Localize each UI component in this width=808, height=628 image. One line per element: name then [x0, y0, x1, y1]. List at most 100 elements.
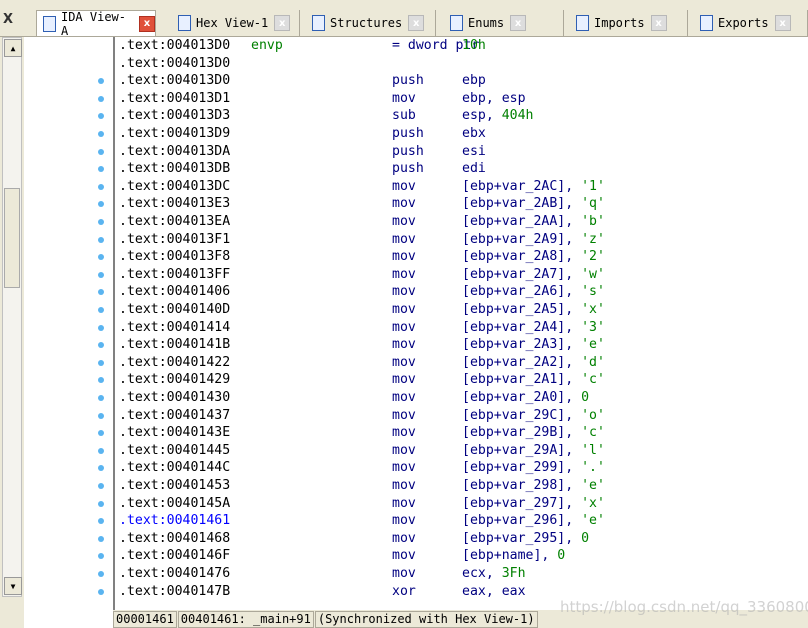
address: .text:00401429	[119, 372, 231, 388]
breakpoint-dot-icon[interactable]	[98, 535, 104, 542]
operands: [ebp+var_295], 0	[462, 530, 589, 548]
code-line[interactable]: .text:0040146F mov [ebp+name], 0	[119, 547, 565, 565]
operand: eax, eax	[462, 583, 526, 599]
code-line[interactable]: .text:00401429 mov [ebp+var_2A1], 'c'	[119, 371, 605, 389]
code-line[interactable]: .text:004013D0 push ebp	[119, 72, 486, 90]
code-line[interactable]: .text:004013DB push edi	[119, 160, 486, 178]
code-line[interactable]: .text:0040145A mov [ebp+var_297], 'x'	[119, 495, 605, 513]
mnemonic: mov	[392, 407, 416, 423]
code-line[interactable]: .text:0040144C mov [ebp+var_299], '.'	[119, 459, 605, 477]
breakpoint-dot-icon[interactable]	[98, 571, 104, 577]
tab-label: Exports	[718, 16, 769, 30]
close-tab-icon[interactable]: x	[274, 15, 291, 31]
code-line[interactable]: .text:0040147B xor eax, eax	[119, 583, 526, 601]
immediate: 's'	[581, 284, 605, 300]
breakpoint-dot-icon[interactable]	[98, 447, 104, 454]
breakpoint-dot-icon[interactable]	[98, 483, 104, 489]
operand: [ebp+var_2A9],	[462, 231, 582, 247]
disassembly-view[interactable]: .text:004013D0 envp = dword ptr 10h .text:00…	[113, 37, 808, 610]
code-line[interactable]: .text:004013D3 sub esp, 404h	[119, 107, 533, 125]
tab-structures[interactable]: Structures x	[306, 10, 436, 36]
operands: [ebp+var_2A9], 'z'	[462, 231, 605, 249]
code-line[interactable]: .text:0040140D mov [ebp+var_2A5], 'x'	[119, 301, 605, 319]
code-line[interactable]: .text:004013D9 push ebx	[119, 125, 486, 143]
breakpoint-dot-icon[interactable]	[98, 359, 104, 366]
operands: [ebp+var_2A6], 's'	[462, 283, 605, 301]
mnemonic: mov	[392, 566, 416, 581]
address: .text:00401422	[119, 354, 231, 370]
code-line[interactable]: .text:00401468 mov [ebp+var_295], 0	[119, 530, 589, 548]
code-line[interactable]: .text:00401414 mov [ebp+var_2A4], '3'	[119, 319, 605, 337]
breakpoint-dot-icon[interactable]	[98, 183, 104, 190]
mnemonic: mov	[392, 302, 416, 317]
operands: [ebp+var_2A7], 'w'	[462, 266, 605, 284]
scroll-thumb[interactable]	[4, 188, 20, 288]
tab-label: Structures	[330, 16, 403, 30]
breakpoint-dot-icon[interactable]	[98, 271, 104, 278]
close-tab-icon[interactable]: x	[139, 15, 155, 32]
code-line[interactable]: .text:00401430 mov [ebp+var_2A0], 0	[119, 389, 589, 407]
address: .text:00401414	[119, 319, 231, 335]
code-line[interactable]: .text:004013E3 mov [ebp+var_2AB], 'q'	[119, 195, 605, 213]
code-line[interactable]: .text:00401445 mov [ebp+var_29A], 'l'	[119, 442, 605, 460]
code-line[interactable]: .text:004013DC mov [ebp+var_2AC], '1'	[119, 178, 605, 196]
tab-ida-view-a[interactable]: IDA View-A x	[36, 9, 156, 38]
close-tab-icon[interactable]: x	[408, 15, 425, 31]
code-line[interactable]: .text:00401422 mov [ebp+var_2A2], 'd'	[119, 354, 605, 372]
tab-imports[interactable]: Imports x	[570, 10, 688, 36]
tab-label: Hex View-1	[196, 16, 269, 30]
breakpoint-dot-icon[interactable]	[98, 236, 104, 243]
vertical-scrollbar[interactable]: ▲ ▼	[2, 37, 22, 597]
code-line[interactable]: .text:00401461 mov [ebp+var_296], 'e'	[119, 512, 605, 530]
code-line[interactable]: .text:004013F8 mov [ebp+var_2A8], '2'	[119, 248, 605, 266]
tab-label: IDA View-A	[60, 9, 126, 38]
mnemonic: mov	[392, 530, 416, 546]
breakpoint-dot-icon[interactable]	[98, 395, 104, 401]
address: .text:0040143E	[119, 425, 231, 441]
address: .text:004013EA	[119, 214, 231, 229]
breakpoint-dot-icon[interactable]	[98, 412, 104, 419]
operands: [ebp+var_2AA], 'b'	[462, 213, 605, 231]
scroll-down-arrow-icon[interactable]: ▼	[4, 577, 22, 595]
close-tab-icon[interactable]: x	[650, 15, 667, 31]
immediate: '2'	[581, 249, 605, 265]
mnemonic: push	[392, 161, 424, 177]
code-line[interactable]: .text:004013D0	[119, 55, 230, 73]
status-offset: 00001461	[113, 611, 177, 628]
code-line[interactable]: .text:00401406 mov [ebp+var_2A6], 's'	[119, 283, 605, 301]
tab-enums[interactable]: Enums x	[444, 10, 564, 36]
close-pane-button[interactable]: X	[3, 12, 13, 27]
code-line[interactable]: .text:0040143E mov [ebp+var_29B], 'c'	[119, 424, 605, 442]
breakpoint-dot-icon[interactable]	[98, 324, 104, 331]
operand: ebp, esp	[462, 90, 526, 106]
operands: [ebp+var_2A4], '3'	[462, 319, 605, 337]
scroll-up-arrow-icon[interactable]: ▲	[4, 39, 22, 57]
code-line[interactable]: .text:004013F1 mov [ebp+var_2A9], 'z'	[119, 231, 605, 249]
breakpoint-dot-icon[interactable]	[98, 219, 104, 225]
code-line[interactable]: .text:004013D1 mov ebp, esp	[119, 90, 526, 108]
code-line[interactable]: .text:00401453 mov [ebp+var_298], 'e'	[119, 477, 605, 495]
breakpoint-dot-icon[interactable]	[98, 131, 104, 137]
code-line[interactable]: .text:004013DA push esi	[119, 143, 486, 161]
close-tab-icon[interactable]: x	[774, 15, 791, 31]
close-tab-icon[interactable]: x	[510, 15, 527, 31]
breakpoint-dot-icon[interactable]	[98, 588, 104, 595]
code-line[interactable]: .text:004013FF mov [ebp+var_2A7], 'w'	[119, 266, 605, 284]
code-line[interactable]: .text:0040141B mov [ebp+var_2A3], 'e'	[119, 336, 605, 354]
breakpoint-dot-icon[interactable]	[98, 148, 104, 155]
breakpoint-dot-icon[interactable]	[98, 95, 104, 102]
code-line[interactable]: .text:004013EA mov [ebp+var_2AA], 'b'	[119, 213, 605, 231]
operand: [ebp+name],	[462, 548, 558, 564]
code-line[interactable]: .text:00401437 mov [ebp+var_29C], 'o'	[119, 407, 605, 425]
code-line[interactable]: .text:00401476 mov ecx, 3Fh	[119, 565, 526, 583]
operands: [ebp+var_2A3], 'e'	[462, 336, 605, 354]
code-line[interactable]: .text:004013D0 envp = dword ptr 10h	[119, 37, 486, 55]
tab-exports[interactable]: Exports x	[694, 10, 808, 36]
mnemonic: mov	[392, 495, 416, 511]
mnemonic: mov	[392, 460, 416, 476]
tab-hex-view-1[interactable]: Hex View-1 x	[172, 10, 300, 36]
operands: [ebp+var_29B], 'c'	[462, 424, 605, 442]
breakpoint-dot-icon[interactable]	[98, 307, 104, 313]
breakpoint-dot-icon[interactable]	[98, 500, 104, 507]
operand: [ebp+var_29B],	[462, 425, 582, 441]
